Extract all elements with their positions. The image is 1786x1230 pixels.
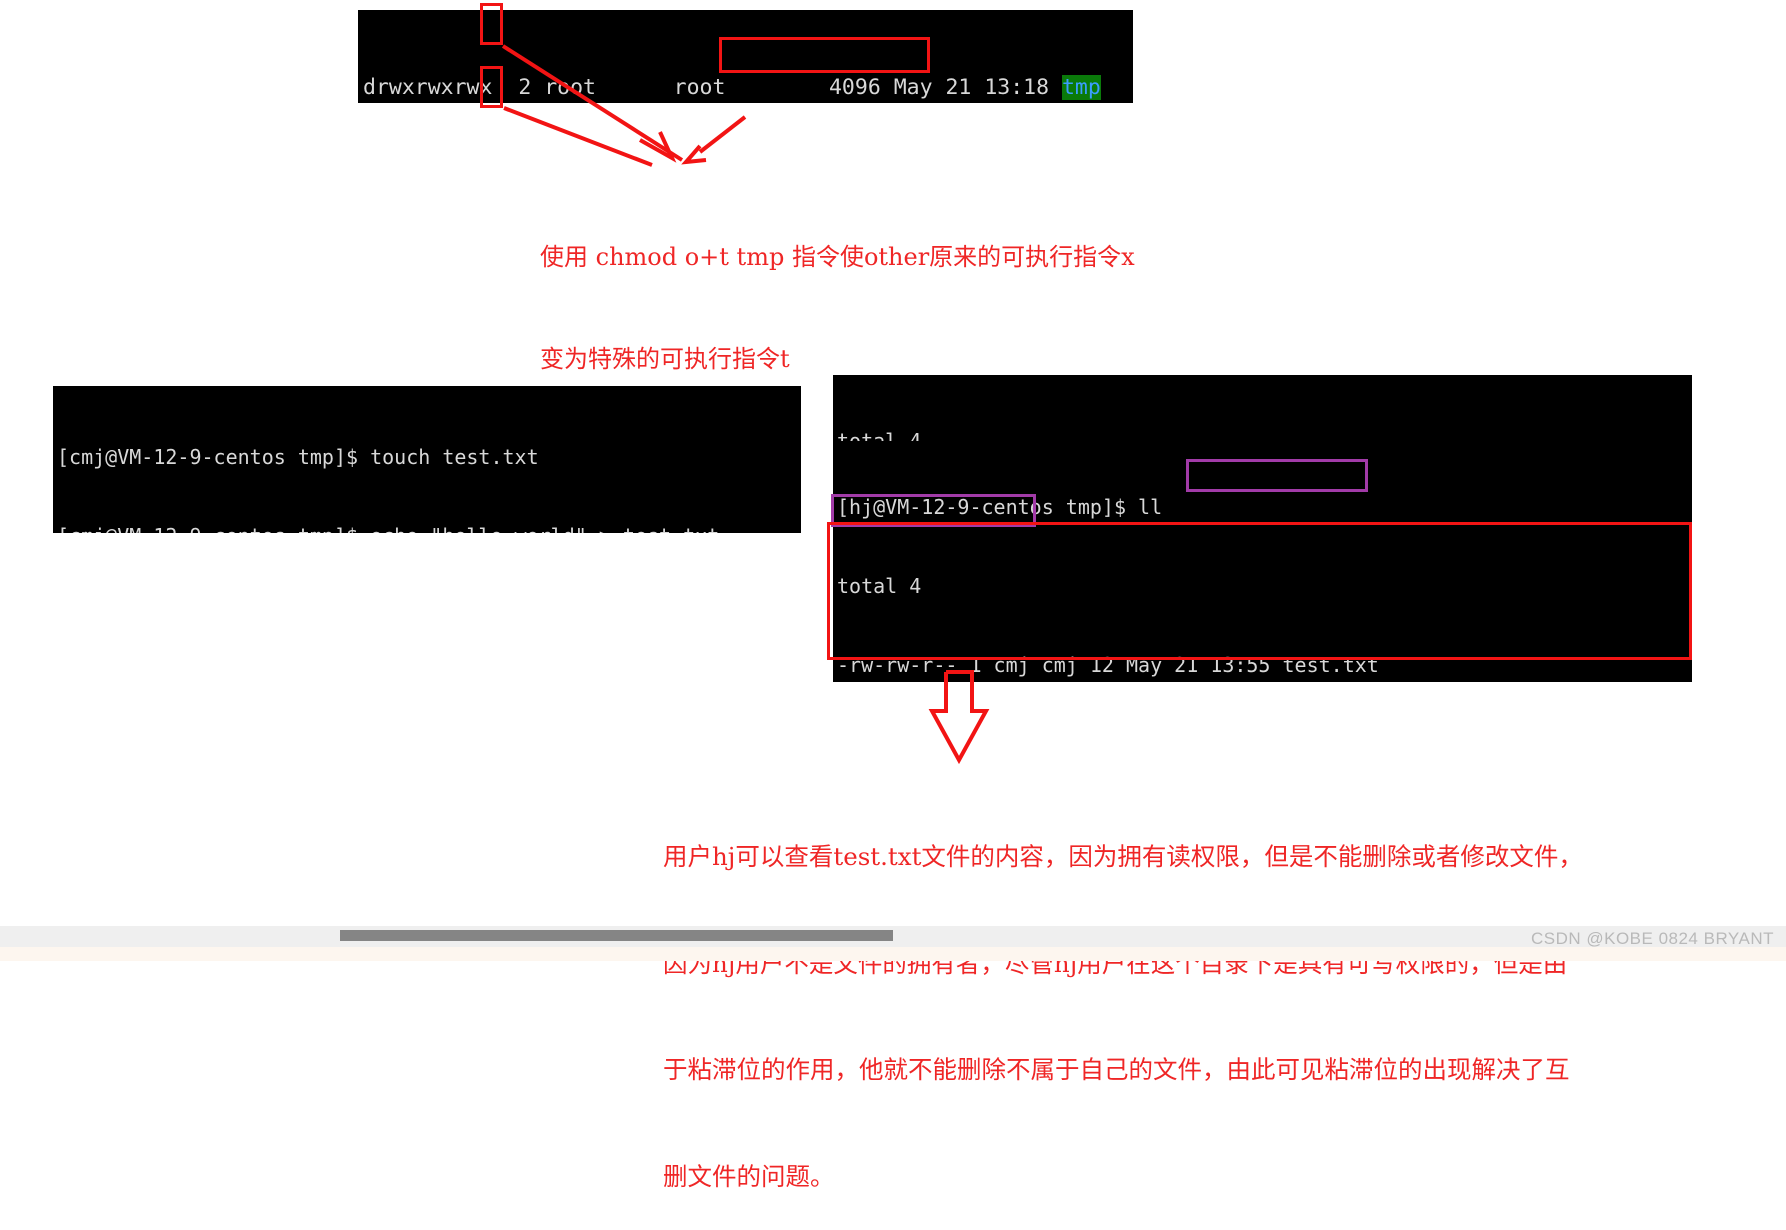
bottom-annotation-line-4: 删文件的问题。 (663, 1161, 835, 1191)
bottom-annotation-line-3: 于粘滞位的作用，他就不能删除不属于自己的文件，由此可见粘滞位的出现解决了互 (663, 1055, 1570, 1084)
terminal-line-clipped: total 4 (837, 428, 922, 441)
terminal-line-text: drwxrwxrwx 2 root root 4096 May 21 13:18 (363, 75, 1062, 100)
terminal-line: total 4 (837, 573, 922, 598)
terminal-line: [cmj@VM-12-9-centos tmp]$ echo "hello wo… (57, 523, 801, 533)
hj-user-terminal[interactable]: total 4 [hj@VM-12-9-centos tmp]$ ll tota… (833, 375, 1692, 682)
top-annotation-line-1: 使用 chmod o+t tmp 指令使other原来的可执行指令x (540, 243, 1135, 271)
arrow-from-t-permission (503, 106, 653, 167)
terminal-line: drwxrwxrwx 2 root root 4096 May 21 13:18… (363, 72, 1133, 103)
root-chmod-terminal[interactable]: drwxrwxrwx 2 root root 4096 May 21 13:18… (358, 10, 1133, 103)
page-bottom-strip (0, 947, 1786, 961)
watermark-label: CSDN @KOBE 0824 BRYANT (1530, 929, 1774, 948)
bottom-annotation-line-1: 用户hj可以查看test.txt文件的内容，因为拥有读权限，但是不能删除或者修改… (663, 842, 1583, 871)
top-annotation-line-2: 变为特殊的可执行指令t (540, 345, 790, 373)
terminal-line: [cmj@VM-12-9-centos tmp]$ touch test.txt (57, 445, 539, 470)
horizontal-scrollbar-thumb[interactable] (340, 930, 893, 941)
sticky-dir-name: tmp (1061, 75, 1101, 100)
arrowhead-cluster (639, 131, 707, 165)
horizontal-scrollbar-track[interactable] (0, 926, 1786, 947)
arrow-from-chmod-command (698, 115, 747, 154)
terminal-line: -rw-rw-r-- 1 cmj cmj 12 May 21 13:55 tes… (837, 653, 1379, 678)
terminal-line: [hj@VM-12-9-centos tmp]$ ll (837, 494, 1163, 519)
bottom-annotation-note: 用户hj可以查看test.txt文件的内容，因为拥有读权限，但是不能删除或者修改… (663, 768, 1583, 1230)
down-arrow-to-note (928, 670, 990, 765)
top-annotation-note: 使用 chmod o+t tmp 指令使other原来的可执行指令x 变为特殊的… (540, 172, 1135, 410)
